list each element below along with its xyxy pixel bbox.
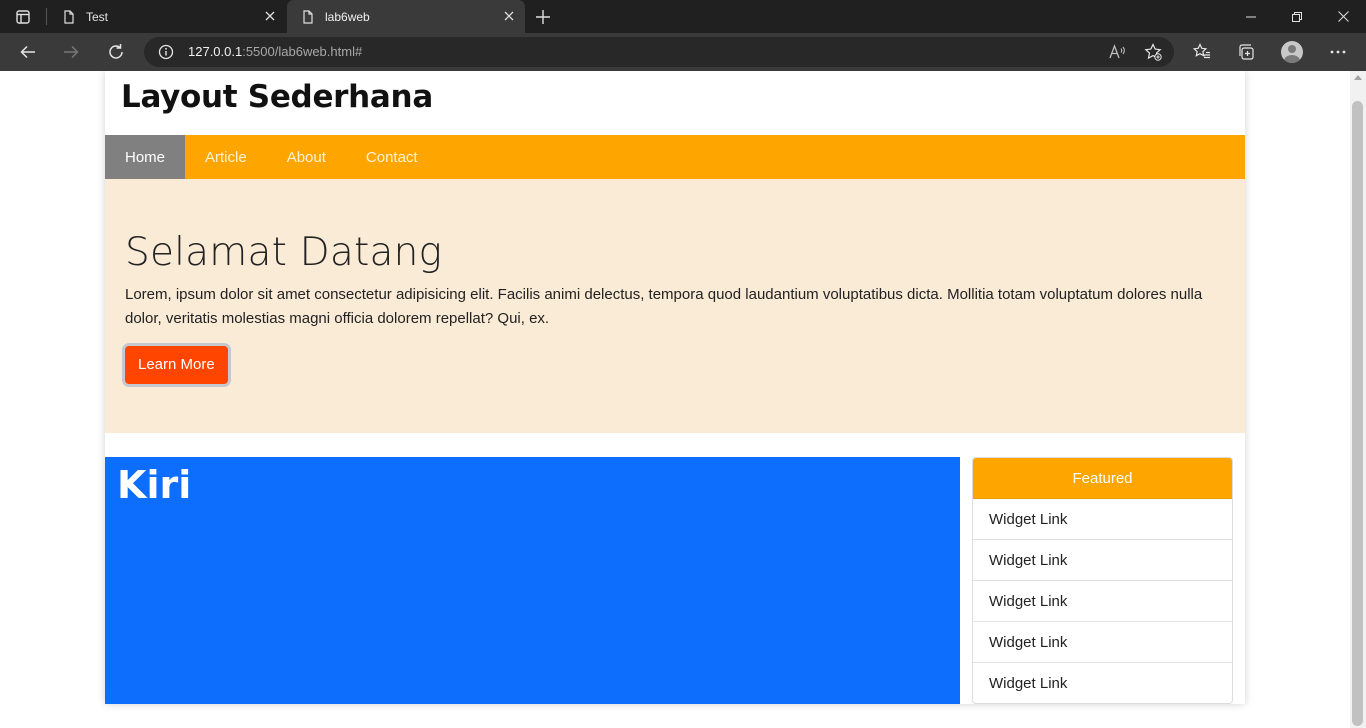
close-window-button[interactable]	[1320, 0, 1366, 33]
widget-header: Featured	[973, 458, 1232, 499]
minimize-icon	[1246, 16, 1256, 17]
main-column-title: Kiri	[117, 463, 192, 507]
tab-separator	[46, 8, 47, 25]
widget-link[interactable]: Widget Link	[973, 622, 1232, 663]
hero-title: Selamat Datang	[125, 230, 443, 275]
page-icon	[62, 9, 76, 24]
favorites-icon	[1193, 43, 1210, 59]
favorites-button[interactable]	[1188, 38, 1216, 66]
arrow-right-icon	[64, 45, 79, 59]
hero-section: Selamat Datang Lorem, ipsum dolor sit am…	[105, 179, 1245, 433]
main-column: Kiri	[105, 457, 960, 704]
tab-actions-icon	[16, 9, 30, 24]
tab-actions-button[interactable]	[0, 0, 46, 33]
address-bar[interactable]: 127.0.0.1:5500/lab6web.html#	[144, 37, 1174, 67]
refresh-button[interactable]	[102, 38, 130, 66]
page-container: Layout Sederhana Home Article About Cont…	[105, 71, 1245, 704]
add-favorite-icon[interactable]	[1144, 43, 1162, 61]
url-path: :5500/lab6web.html#	[242, 44, 363, 59]
site-header: Layout Sederhana	[105, 71, 1245, 135]
vertical-scrollbar[interactable]	[1350, 71, 1366, 728]
profile-button[interactable]	[1278, 38, 1306, 66]
read-aloud-icon[interactable]	[1108, 43, 1126, 61]
url-text[interactable]: 127.0.0.1:5500/lab6web.html#	[188, 44, 362, 59]
content-area: Kiri Featured Widget Link Widget Link Wi…	[105, 457, 1245, 704]
scroll-up-arrow-icon[interactable]	[1354, 75, 1362, 80]
hero-text: Lorem, ipsum dolor sit amet consectetur …	[125, 286, 1203, 327]
minimize-button[interactable]	[1228, 0, 1274, 33]
refresh-icon	[109, 44, 123, 59]
avatar	[1281, 41, 1303, 63]
widget-link[interactable]: Widget Link	[973, 663, 1232, 703]
info-icon[interactable]	[158, 44, 174, 60]
browser-toolbar: 127.0.0.1:5500/lab6web.html#	[0, 33, 1366, 71]
new-tab-button[interactable]	[530, 4, 556, 30]
nav-link-about[interactable]: About	[267, 135, 346, 179]
scrollbar-thumb[interactable]	[1352, 101, 1363, 726]
close-icon	[1337, 11, 1349, 22]
browser-tab-test[interactable]: Test	[48, 0, 286, 33]
collections-button[interactable]	[1232, 38, 1260, 66]
tab-title: lab6web	[325, 9, 370, 24]
page-icon	[301, 9, 315, 24]
widget-link[interactable]: Widget Link	[973, 499, 1232, 540]
tab-title: Test	[86, 9, 109, 24]
featured-widget: Featured Widget Link Widget Link Widget …	[972, 457, 1233, 704]
widget-link[interactable]: Widget Link	[973, 581, 1232, 622]
arrow-left-icon	[20, 45, 35, 59]
restore-button[interactable]	[1274, 0, 1320, 33]
nav-link-article[interactable]: Article	[185, 135, 267, 179]
restore-icon	[1292, 11, 1302, 22]
site-title: Layout Sederhana	[121, 79, 433, 115]
main-nav: Home Article About Contact	[105, 135, 1245, 179]
collections-icon	[1239, 44, 1254, 60]
url-host: 127.0.0.1	[188, 44, 243, 59]
nav-link-home[interactable]: Home	[105, 135, 186, 179]
widget-link[interactable]: Widget Link	[973, 540, 1232, 581]
plus-icon	[536, 10, 550, 24]
nav-link-contact[interactable]: Contact	[346, 135, 438, 179]
close-tab-icon[interactable]	[262, 8, 278, 24]
learn-more-button[interactable]: Learn More	[125, 346, 228, 384]
forward-button[interactable]	[57, 38, 85, 66]
close-tab-icon[interactable]	[501, 8, 517, 24]
back-button[interactable]	[14, 38, 42, 66]
browser-tab-bar: Test lab6web	[0, 0, 1366, 33]
browser-tab-lab6web[interactable]: lab6web	[287, 0, 525, 33]
menu-button[interactable]	[1324, 38, 1352, 66]
page-viewport: Layout Sederhana Home Article About Cont…	[0, 71, 1350, 728]
more-icon	[1330, 50, 1346, 54]
